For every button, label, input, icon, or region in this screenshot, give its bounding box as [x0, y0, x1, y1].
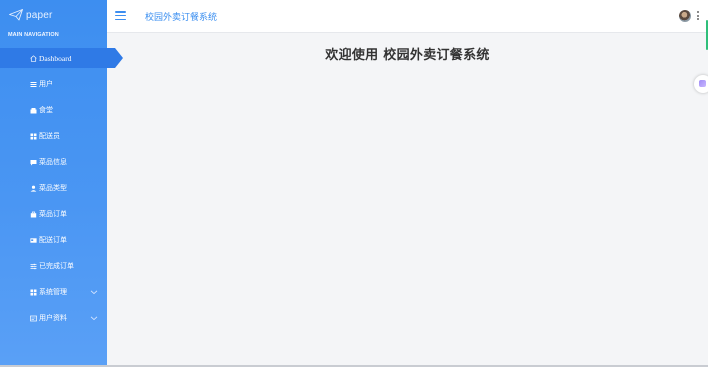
sidebar-item-delivery-orders[interactable]: 配送订单	[0, 230, 107, 250]
floating-assistant-icon[interactable]	[694, 75, 708, 93]
sidebar-item-label: 已完成订单	[39, 262, 74, 270]
store-icon	[30, 107, 37, 114]
sidebar-item-label: 菜品信息	[39, 158, 67, 166]
sidebar-item-dish-info[interactable]: 菜品信息	[0, 152, 107, 172]
sidebar-item-dish-types[interactable]: 菜品类型	[0, 178, 107, 198]
grid-icon	[30, 289, 37, 296]
list-icon	[30, 81, 37, 88]
app-title: 校园外卖订餐系统	[145, 13, 218, 23]
sidebar-item-couriers[interactable]: 配送员	[0, 126, 107, 146]
sidebar-item-label: 配送订单	[39, 236, 67, 244]
welcome-heading: 欢迎使用 校园外卖订餐系统	[325, 48, 490, 63]
sidebar-item-label: 菜品订单	[39, 210, 67, 218]
logo[interactable]: paper	[9, 7, 53, 23]
user-icon	[30, 185, 37, 192]
chevron-down-icon	[90, 290, 98, 295]
bag-icon	[30, 211, 37, 218]
nav-section-header: MAIN NAVIGATION	[8, 32, 59, 38]
sidebar-item-user-profile[interactable]: 用户资料	[0, 308, 107, 328]
sidebar: paper MAIN NAVIGATION Dashboard 用户 食堂 配送…	[0, 0, 123, 367]
sidebar-item-canteen[interactable]: 食堂	[0, 100, 107, 120]
sidebar-item-completed-orders[interactable]: 已完成订单	[0, 256, 107, 276]
paper-plane-icon	[9, 9, 23, 21]
sidebar-item-users[interactable]: 用户	[0, 74, 107, 94]
sidebar-item-label: 菜品类型	[39, 184, 67, 192]
sidebar-item-label: 用户	[39, 80, 53, 88]
sidebar-item-system-management[interactable]: 系统管理	[0, 282, 107, 302]
logo-text: paper	[26, 9, 53, 21]
more-options-icon[interactable]	[696, 11, 699, 21]
message-icon	[30, 159, 37, 166]
home-icon	[30, 54, 37, 62]
sidebar-item-label: Dashboard	[39, 53, 72, 63]
sidebar-item-label: 系统管理	[39, 288, 67, 296]
sidebar-item-dashboard[interactable]: Dashboard	[0, 48, 123, 68]
sidebar-item-label: 配送员	[39, 132, 60, 140]
grid-icon	[30, 133, 37, 140]
avatar[interactable]	[679, 10, 691, 22]
menu-toggle-icon[interactable]	[115, 11, 126, 21]
app-root: paper MAIN NAVIGATION Dashboard 用户 食堂 配送…	[0, 0, 708, 367]
chevron-down-icon	[90, 316, 98, 321]
sliders-icon	[30, 263, 37, 270]
sidebar-item-label: 食堂	[39, 106, 53, 114]
profile-card-icon	[30, 315, 37, 322]
card-icon	[30, 237, 37, 244]
topbar: 校园外卖订餐系统	[107, 0, 708, 33]
sidebar-item-label: 用户资料	[39, 314, 67, 322]
sidebar-item-dish-orders[interactable]: 菜品订单	[0, 204, 107, 224]
